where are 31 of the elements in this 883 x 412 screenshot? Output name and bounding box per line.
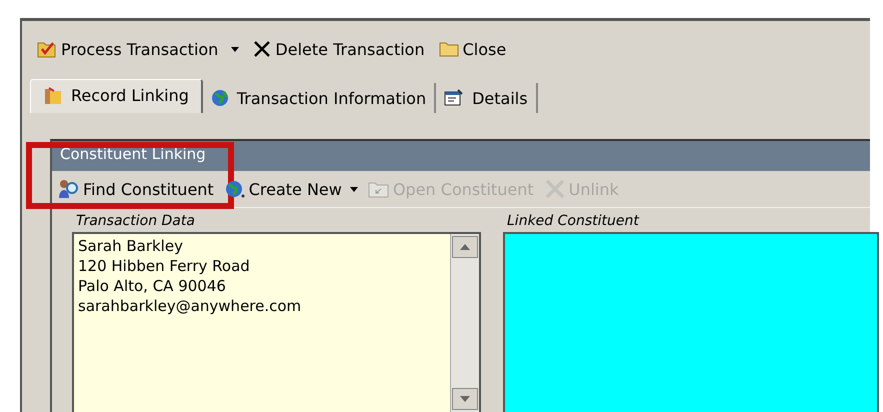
scrollbar[interactable]	[450, 234, 479, 412]
person-search-icon	[58, 179, 80, 199]
field-label: Linked Constituent	[506, 213, 640, 229]
caret-icon	[350, 186, 358, 192]
folders-icon	[43, 86, 63, 106]
toolbar-button[interactable]: Close	[436, 38, 510, 60]
field-label: Transaction Data	[75, 213, 196, 229]
address-line: Sarah Barkley	[78, 236, 184, 256]
linked-constituent-area[interactable]	[503, 232, 879, 412]
folder-check-icon	[37, 40, 57, 58]
globe-icon	[210, 89, 229, 107]
toolbar-button[interactable]: Find Constituent	[56, 178, 216, 200]
tab[interactable]: Transaction Information	[202, 83, 436, 113]
down-arrow-icon	[460, 396, 470, 402]
address-line: sarahbarkley@anywhere.com	[78, 296, 302, 316]
folder-icon	[438, 41, 459, 57]
delete-icon	[253, 40, 272, 58]
caret-icon	[231, 46, 240, 52]
toolbar-button[interactable]: Delete Transaction	[250, 38, 428, 60]
folder-arrow-icon	[368, 180, 390, 198]
toolbar-button[interactable]: Process Transaction	[34, 38, 242, 60]
address-line: Palo Alto, CA 90046	[78, 276, 227, 296]
text-area[interactable]: Sarah Barkley 120 Hibben Ferry Road Palo Alto, CA 90046 sarahbarkley@anywhere.com	[72, 232, 481, 412]
globe-icon	[224, 179, 246, 199]
tab[interactable]: Details	[436, 83, 538, 113]
panel-title: Constituent Linking	[52, 141, 870, 171]
window-icon	[444, 89, 464, 107]
up-arrow-icon	[460, 244, 470, 250]
toolbar-button[interactable]: Create New	[222, 178, 360, 200]
tab[interactable]: Record Linking	[30, 79, 203, 113]
address-line: 120 Hibben Ferry Road	[78, 256, 251, 276]
